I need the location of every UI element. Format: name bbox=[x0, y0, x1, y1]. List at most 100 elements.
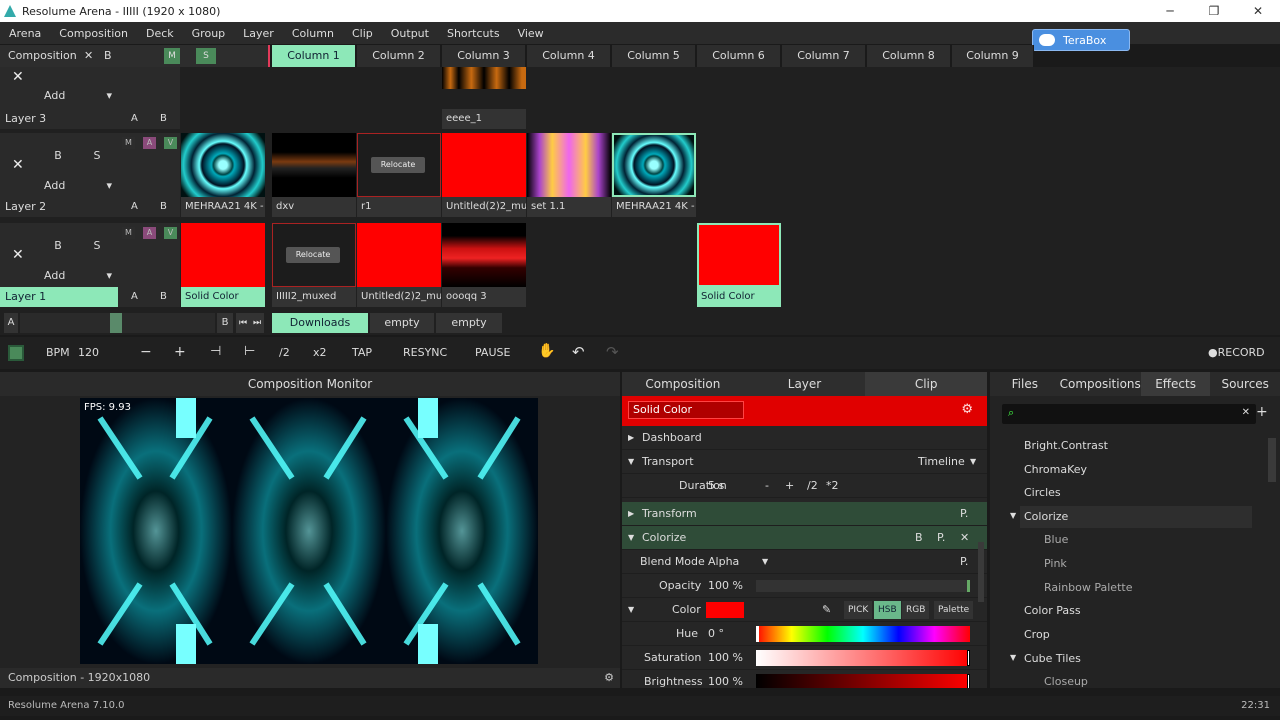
tab-sources[interactable]: Sources bbox=[1210, 372, 1280, 396]
tap-button[interactable]: TAP bbox=[352, 346, 372, 359]
panel-scrollbar[interactable] bbox=[978, 542, 984, 602]
layer-2-a-toggle[interactable]: A bbox=[143, 137, 156, 149]
crossfader-track[interactable] bbox=[20, 313, 215, 333]
tab-compositions[interactable]: Compositions bbox=[1059, 372, 1141, 396]
preset-blue[interactable]: Blue bbox=[1044, 529, 1068, 551]
layer-2-add-select[interactable]: Add ▾ bbox=[40, 177, 116, 195]
eyedropper-icon[interactable]: ✎ bbox=[822, 598, 831, 622]
colorize-row[interactable]: ▼ Colorize B P. ✕ bbox=[622, 526, 987, 550]
close-button[interactable]: ✕ bbox=[1236, 0, 1280, 22]
layer-1-a-button[interactable]: A bbox=[131, 291, 138, 302]
saturation-value[interactable]: 100 % bbox=[708, 646, 743, 670]
layer-2-clip-col4[interactable]: Untitled(2)2_muxed bbox=[442, 133, 526, 217]
brightness-slider[interactable] bbox=[756, 674, 970, 688]
hand-icon[interactable]: ✋ bbox=[538, 343, 555, 359]
hsb-button[interactable]: HSB bbox=[874, 601, 901, 619]
layer-1-v-toggle[interactable]: V bbox=[164, 227, 177, 239]
column-5-header[interactable]: Column 5 bbox=[612, 45, 696, 67]
layer-2-clip-col3[interactable]: Relocate r1 bbox=[357, 133, 441, 217]
layer-3-clip-col3[interactable]: eeee_1 bbox=[442, 67, 526, 129]
layer-1-solo-button[interactable]: S bbox=[84, 235, 110, 257]
menu-output[interactable]: Output bbox=[382, 27, 438, 40]
resync-button[interactable]: RESYNC bbox=[403, 346, 447, 359]
effect-circles[interactable]: Circles bbox=[1024, 482, 1061, 504]
layer-1-name[interactable]: Layer 1 bbox=[0, 287, 118, 307]
menu-shortcuts[interactable]: Shortcuts bbox=[438, 27, 509, 40]
metronome-icon[interactable] bbox=[8, 345, 24, 361]
pause-button[interactable]: PAUSE bbox=[475, 346, 510, 359]
column-2-header[interactable]: Column 2 bbox=[357, 45, 441, 67]
composition-m-button[interactable]: M bbox=[164, 48, 180, 64]
menu-view[interactable]: View bbox=[509, 27, 553, 40]
crossfader-b-button[interactable]: B bbox=[217, 313, 233, 333]
minimize-button[interactable]: ─ bbox=[1148, 0, 1192, 22]
add-button[interactable]: + bbox=[1256, 404, 1268, 420]
color-swatch[interactable] bbox=[706, 602, 744, 618]
layer-1-clip-col4[interactable]: oooqq 3 bbox=[442, 223, 526, 307]
undo-icon[interactable]: ↶ bbox=[572, 343, 585, 361]
composition-s-button[interactable]: S bbox=[196, 48, 216, 64]
layer-3-a-button[interactable]: A bbox=[131, 113, 138, 124]
layer-2-clip-col1[interactable]: MEHRAA21 4K - 142 bbox=[181, 133, 265, 217]
nudge-back-icon[interactable]: ⊣ bbox=[210, 344, 221, 359]
layer-1-bypass-button[interactable]: B bbox=[45, 235, 71, 257]
opacity-slider[interactable] bbox=[756, 580, 970, 592]
layer-1-add-select[interactable]: Add ▾ bbox=[40, 267, 116, 285]
preset-closeup[interactable]: Closeup bbox=[1044, 671, 1088, 693]
relocate-button[interactable]: Relocate bbox=[371, 157, 425, 173]
layer-3-name[interactable]: Layer 3 bbox=[0, 109, 118, 129]
layer-1-m-button[interactable]: M bbox=[122, 227, 135, 239]
duration-value[interactable]: 5 s bbox=[708, 474, 724, 498]
tab-layer[interactable]: Layer bbox=[743, 372, 866, 396]
column-3-header[interactable]: Column 3 bbox=[442, 45, 526, 67]
preset-rainbow-palette[interactable]: Rainbow Palette bbox=[1044, 577, 1132, 599]
menu-column[interactable]: Column bbox=[283, 27, 343, 40]
tab-composition[interactable]: Composition bbox=[622, 372, 744, 396]
deck-tab-empty-1[interactable]: empty bbox=[370, 313, 434, 333]
opacity-value[interactable]: 100 % bbox=[708, 574, 743, 598]
hue-value[interactable]: 0 ° bbox=[708, 622, 724, 646]
crossfader-a-button[interactable]: A bbox=[4, 313, 18, 333]
layer-2-clip-col2[interactable]: dxv bbox=[272, 133, 356, 217]
layer-2-bypass-button[interactable]: B bbox=[45, 145, 71, 167]
composition-b-button[interactable]: B bbox=[104, 49, 112, 62]
effect-cube-tiles[interactable]: Cube Tiles bbox=[1024, 648, 1081, 670]
skip-forward-icon[interactable]: ⏭ bbox=[250, 313, 264, 333]
layer-2-m-button[interactable]: M bbox=[122, 137, 135, 149]
effect-crop[interactable]: Crop bbox=[1024, 624, 1050, 646]
layer-1-clip-col7[interactable]: Solid Color bbox=[697, 223, 781, 307]
maximize-button[interactable]: ❐ bbox=[1192, 0, 1236, 22]
palette-button[interactable]: Palette bbox=[934, 601, 974, 619]
layer-2-b-button[interactable]: B bbox=[160, 201, 167, 212]
duration-plus-button[interactable]: + bbox=[785, 474, 794, 498]
menu-clip[interactable]: Clip bbox=[343, 27, 382, 40]
column-4-header[interactable]: Column 4 bbox=[527, 45, 611, 67]
menu-arena[interactable]: Arena bbox=[0, 27, 50, 40]
skip-back-icon[interactable]: ⏮ bbox=[236, 313, 250, 333]
hue-slider[interactable] bbox=[756, 626, 970, 642]
column-1-header[interactable]: Column 1 bbox=[272, 45, 356, 67]
transform-p-button[interactable]: P. bbox=[960, 502, 968, 526]
duration-double-button[interactable]: *2 bbox=[826, 474, 839, 498]
monitor-preview[interactable]: FPS: 9.93 bbox=[80, 398, 538, 664]
blend-p-button[interactable]: P. bbox=[960, 550, 968, 574]
tab-files[interactable]: Files bbox=[990, 372, 1060, 396]
tab-clip[interactable]: Clip bbox=[865, 372, 987, 396]
menu-group[interactable]: Group bbox=[183, 27, 235, 40]
dashboard-row[interactable]: ▶ Dashboard bbox=[622, 426, 987, 450]
column-6-header[interactable]: Column 6 bbox=[697, 45, 781, 67]
settings-icon[interactable]: ⚙ bbox=[961, 402, 973, 417]
layer-1-clear-button[interactable]: ✕ bbox=[12, 247, 24, 263]
tab-effects[interactable]: Effects bbox=[1140, 372, 1211, 396]
effect-chromakey[interactable]: ChromaKey bbox=[1024, 459, 1087, 481]
layer-2-v-toggle[interactable]: V bbox=[164, 137, 177, 149]
layer-1-clip-col3[interactable]: Untitled(2)2_muxed bbox=[357, 223, 441, 307]
effects-search-input[interactable]: ⌕ ✕ bbox=[1002, 404, 1256, 424]
menu-layer[interactable]: Layer bbox=[234, 27, 283, 40]
record-button[interactable]: ●RECORD bbox=[1208, 346, 1265, 359]
saturation-slider[interactable] bbox=[756, 650, 970, 666]
layer-1-clip-col1[interactable]: Solid Color bbox=[181, 223, 265, 307]
layer-2-solo-button[interactable]: S bbox=[84, 145, 110, 167]
layer-2-clip-col6[interactable]: MEHRAA21 4K - 142 bbox=[612, 133, 696, 217]
bpm-double-button[interactable]: x2 bbox=[313, 346, 327, 359]
